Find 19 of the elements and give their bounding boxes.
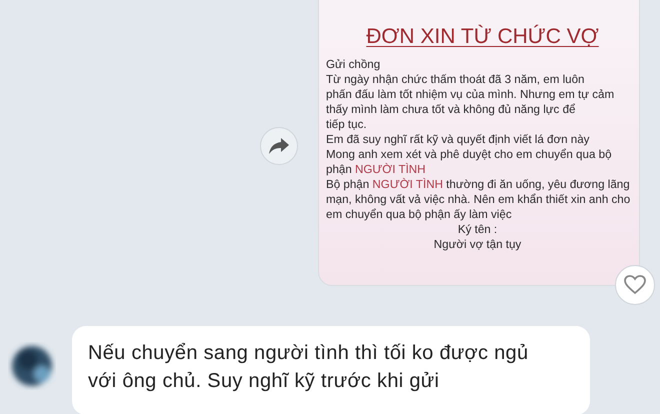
document-line: Từ ngày nhận chức thấm thoát đã 3 năm, em luôn [326, 72, 584, 87]
document-line: phấn đấu làm tốt nhiệm vụ của mình. Nhưng em tự cảm [326, 87, 614, 102]
signature-line: Ký tên : [458, 222, 498, 237]
document-line: phận NGƯỜI TÌNH [326, 162, 426, 177]
share-button[interactable] [260, 127, 298, 165]
document-line: em chuyển qua bộ phận ấy làm việc [326, 207, 512, 222]
react-button[interactable] [615, 265, 655, 305]
signature-line: Người vợ tận tụy [434, 237, 522, 252]
document-line: mạn, không vất vả việc nhà. Nên em khẩn thiết xin anh cho [326, 192, 630, 207]
message-text: Nếu chuyển sang người tình thì tối ko được ngủ với ông chủ. Suy nghĩ kỹ trước khi gửi [88, 341, 530, 394]
document-title: ĐƠN XIN TỪ CHỨC VỢ [366, 25, 599, 49]
document-line: thấy mình làm chưa tốt và không đủ năng lực để [326, 102, 576, 117]
share-arrow-icon [269, 138, 289, 154]
document-line: Mong anh xem xét và phê duyệt cho em chuyển qua bộ [326, 147, 612, 162]
document-line: Bộ phận NGƯỜI TÌNH thường đi ăn uống, yêu đương lãng [326, 177, 630, 192]
heart-icon [624, 275, 646, 295]
document-line: tiếp tục. [326, 117, 367, 132]
document-line: Em đã suy nghĩ rất kỹ và quyết định viết lá đơn này [326, 132, 590, 147]
document-line: Gửi chồng [326, 57, 380, 72]
